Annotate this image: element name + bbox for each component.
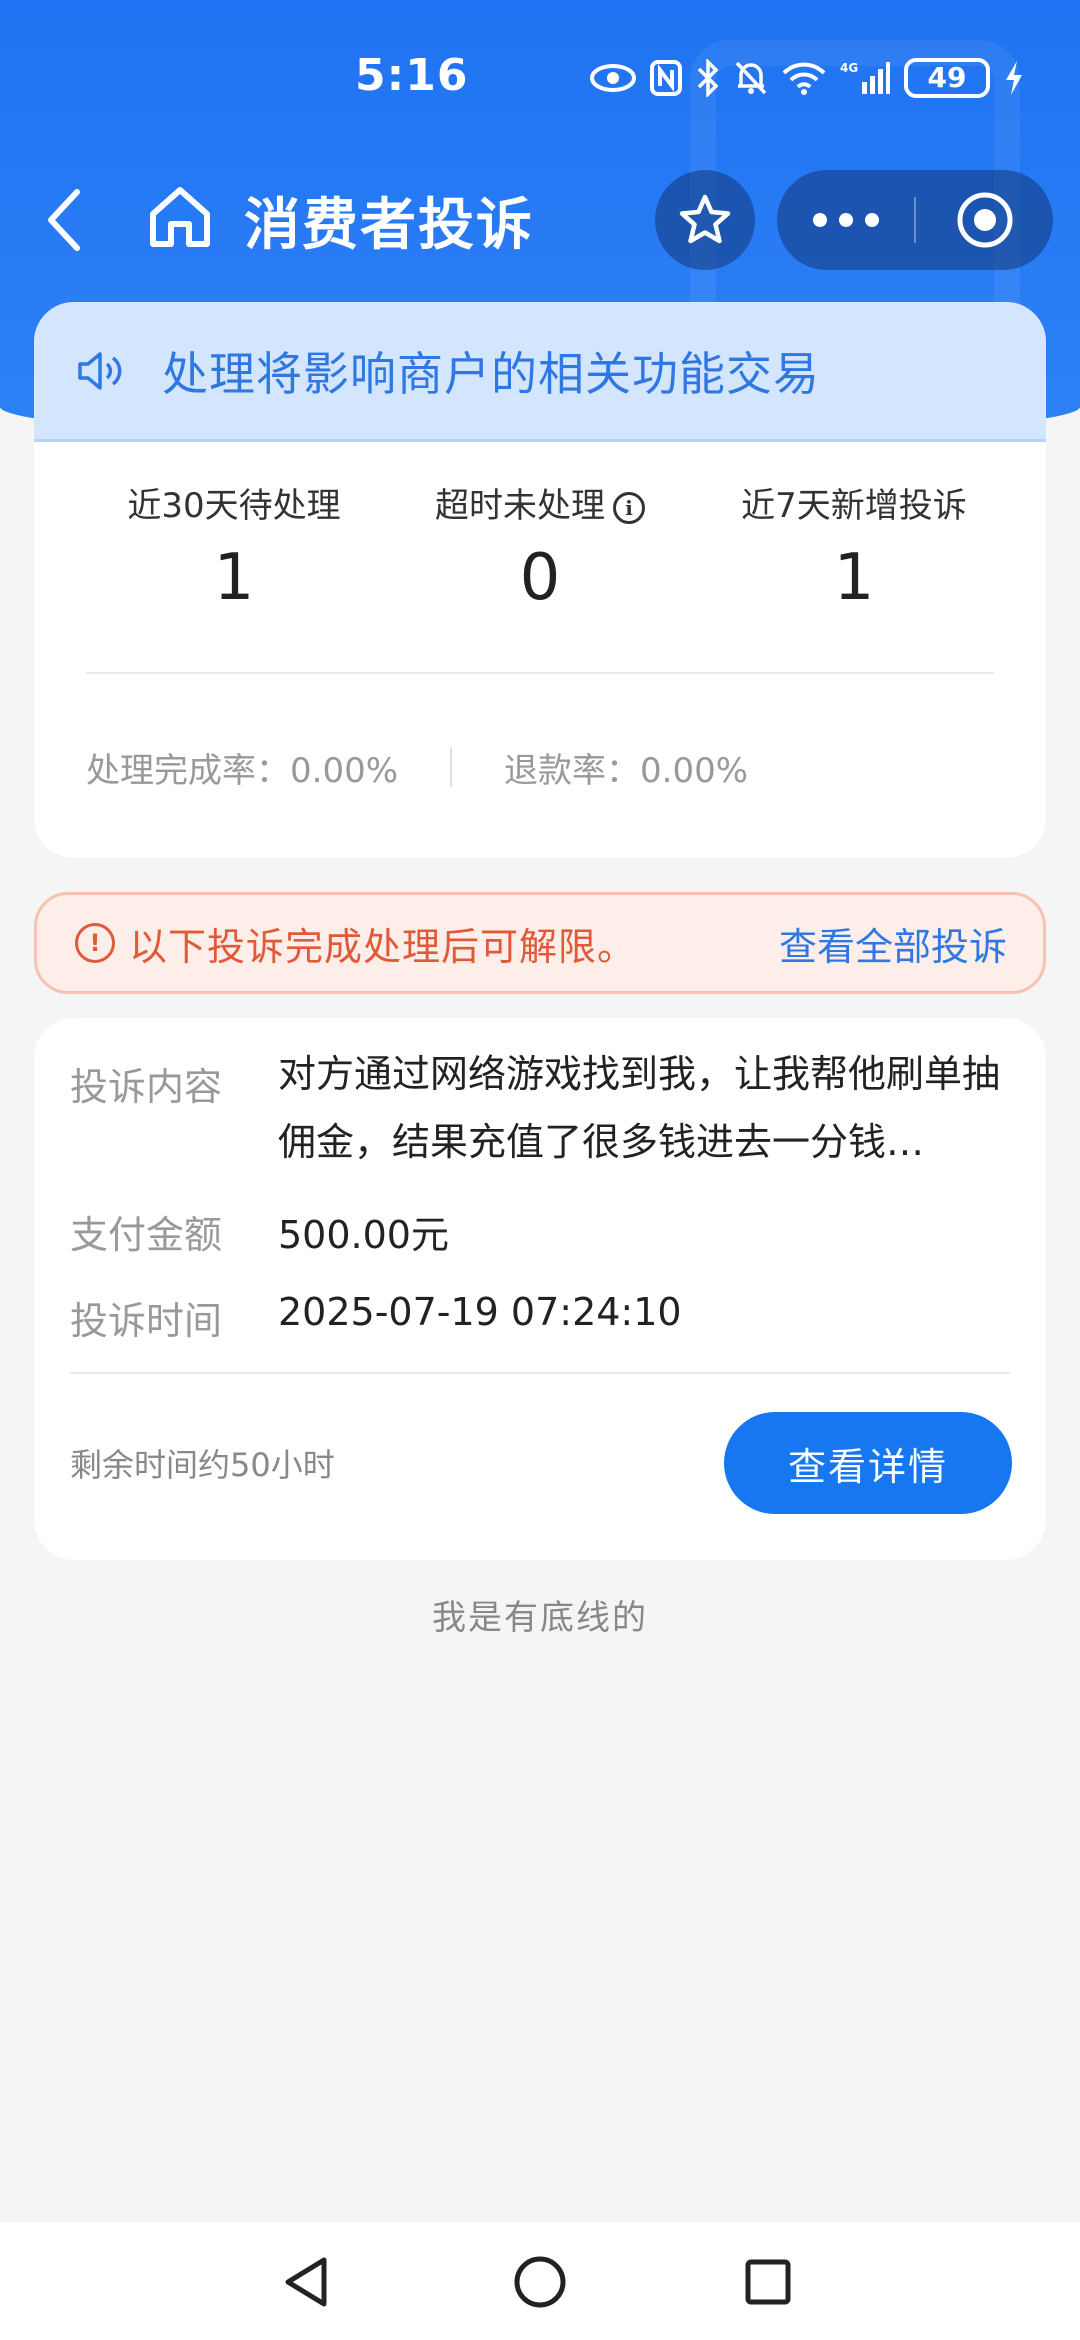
refund-rate: 退款率：0.00% (504, 750, 749, 791)
status-bar: 5:16 4G 49 (0, 0, 1080, 150)
notice-text: 处理将影响商户的相关功能交易 (162, 346, 820, 401)
status-icons: 4G 49 (590, 56, 1024, 100)
rates-row: 处理完成率：0.00% 退款率：0.00% (86, 742, 748, 792)
close-miniprogram-button[interactable] (916, 170, 1053, 270)
charging-icon (1004, 60, 1024, 96)
miniprogram-capsule (777, 170, 1053, 270)
divider (86, 672, 994, 674)
status-time: 5:16 (355, 50, 469, 101)
stat-new: 近7天新增投诉 1 (704, 478, 1004, 615)
view-details-button[interactable]: 查看详情 (724, 1412, 1012, 1514)
stat-overdue-label: 超时未处理 (435, 486, 605, 526)
wifi-icon (782, 61, 826, 95)
completion-rate: 处理完成率：0.00% (86, 750, 399, 791)
content-value: 对方通过网络游戏找到我，让我帮他刷单抽佣金，结果充值了很多钱进去一分钱… (278, 1040, 1018, 1176)
stat-pending-value: 1 (213, 541, 255, 615)
svg-text:4G: 4G (840, 61, 858, 75)
nfc-icon (650, 60, 682, 96)
bluetooth-icon (696, 59, 720, 97)
summary-card: 处理将影响商户的相关功能交易 近30天待处理 1 超时未处理 i 0 近7天新增投… (34, 302, 1046, 858)
eye-icon (590, 63, 636, 93)
battery-icon: 49 (904, 58, 990, 98)
home-button[interactable] (145, 182, 215, 252)
more-dot-icon (838, 213, 853, 227)
divider (70, 1372, 1010, 1374)
stats-row: 近30天待处理 1 超时未处理 i 0 近7天新增投诉 1 (34, 478, 1046, 638)
amount-label: 支付金额 (70, 1213, 223, 1257)
triangle-back-icon (285, 2257, 327, 2307)
alert-text: 以下投诉完成处理后可解限。 (129, 924, 637, 969)
nav-recents-button[interactable] (738, 2252, 798, 2312)
content-label: 投诉内容 (70, 1065, 223, 1109)
speaker-icon (78, 351, 122, 390)
stat-overdue-value: 0 (519, 541, 561, 615)
more-dot-icon (812, 213, 827, 227)
remaining-time: 剩余时间约50小时 (70, 1446, 335, 1484)
time-label: 投诉时间 (70, 1299, 223, 1343)
chevron-left-icon (48, 189, 80, 251)
stat-new-value: 1 (833, 541, 875, 615)
mute-bell-icon (734, 60, 768, 96)
list-end-text: 我是有底线的 (432, 1598, 648, 1638)
alert-banner: ! 以下投诉完成处理后可解限。 查看全部投诉 (34, 892, 1046, 994)
time-value: 2025-07-19 07:24:10 (278, 1290, 682, 1334)
content-text: 对方通过网络游戏找到我，让我帮他刷单抽佣金，结果充值了很多钱进去一分钱… (278, 1052, 1001, 1164)
stat-overdue: 超时未处理 i 0 (390, 478, 690, 615)
stat-pending-label: 近30天待处理 (127, 486, 341, 526)
system-nav-bar (0, 2222, 1080, 2340)
circle-home-icon (514, 2256, 566, 2308)
signal-icon: 4G (840, 60, 890, 96)
view-all-complaints-link[interactable]: 查看全部投诉 (779, 916, 1007, 971)
stat-pending: 近30天待处理 1 (84, 478, 384, 615)
square-recents-icon (745, 2259, 791, 2305)
favorite-button[interactable] (655, 170, 755, 270)
nav-home-button[interactable] (510, 2252, 570, 2312)
nav-back-button[interactable] (278, 2252, 338, 2312)
back-button[interactable] (40, 180, 90, 260)
info-icon[interactable]: i (613, 491, 645, 524)
warning-icon: ! (75, 923, 115, 963)
target-circle-icon (957, 192, 1012, 248)
stat-new-label: 近7天新增投诉 (741, 486, 967, 526)
more-dot-icon (864, 213, 879, 227)
amount-value: 500.00元 (278, 1213, 449, 1257)
star-icon (679, 194, 731, 244)
stat-overdue-label-wrap: 超时未处理 i (390, 478, 690, 527)
complaint-card[interactable]: 投诉内容 对方通过网络游戏找到我，让我帮他刷单抽佣金，结果充值了很多钱进去一分钱… (34, 1018, 1046, 1560)
rates-separator (450, 747, 453, 787)
notice-bar[interactable]: 处理将影响商户的相关功能交易 (34, 302, 1046, 442)
home-icon (150, 187, 210, 247)
more-button[interactable] (777, 170, 914, 270)
page-title: 消费者投诉 (244, 193, 534, 258)
